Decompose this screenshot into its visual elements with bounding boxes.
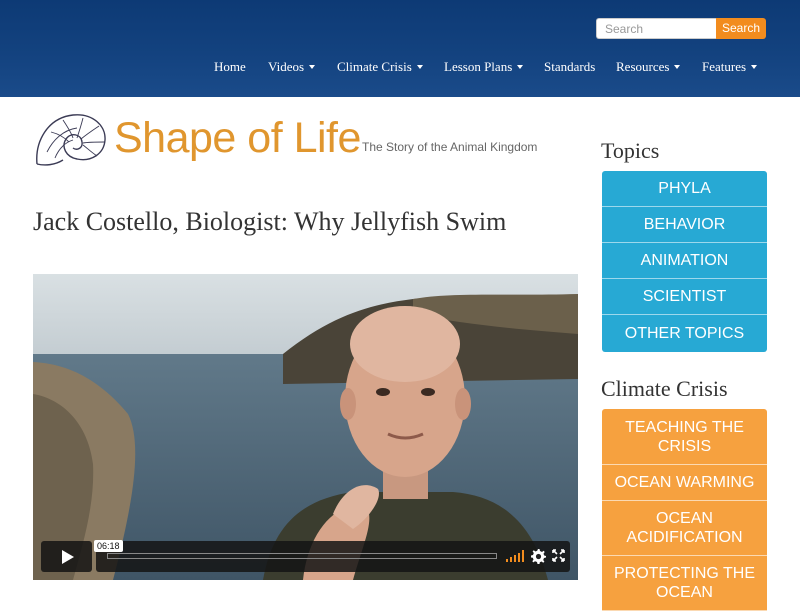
- nav-videos[interactable]: Videos: [268, 59, 316, 75]
- nav-lesson-plans-label: Lesson Plans: [444, 59, 513, 74]
- nav-climate-crisis-label: Climate Crisis: [337, 59, 412, 74]
- site-header: Search Home Videos Climate Crisis Lesson…: [0, 0, 800, 97]
- topics-heading: Topics: [601, 138, 660, 163]
- caret-down-icon: [416, 65, 423, 70]
- topic-phyla[interactable]: PHYLA: [602, 171, 767, 207]
- play-button[interactable]: [41, 541, 92, 572]
- volume-icon[interactable]: [506, 550, 524, 562]
- nav-resources-label: Resources: [616, 59, 670, 74]
- caret-down-icon: [751, 65, 758, 70]
- site-tagline: The Story of the Animal Kingdom: [362, 140, 538, 154]
- nav-standards[interactable]: Standards: [544, 59, 595, 75]
- video-controls: [96, 541, 570, 572]
- climate-ocean-acidification[interactable]: OCEAN ACIDIFICATION: [602, 501, 767, 556]
- climate-teaching-the-crisis[interactable]: TEACHING THE CRISIS: [602, 409, 767, 465]
- caret-down-icon: [674, 65, 681, 70]
- nav-home-label: Home: [214, 59, 246, 74]
- main-nav: Home Videos Climate Crisis Lesson Plans …: [0, 59, 800, 77]
- topic-behavior[interactable]: BEHAVIOR: [602, 207, 767, 243]
- caret-down-icon: [309, 65, 316, 70]
- caret-down-icon: [517, 65, 524, 70]
- nav-standards-label: Standards: [544, 59, 596, 74]
- nav-home[interactable]: Home: [214, 59, 246, 75]
- climate-ocean-warming[interactable]: OCEAN WARMING: [602, 465, 767, 501]
- topics-list: PHYLA BEHAVIOR ANIMATION SCIENTIST OTHER…: [602, 171, 767, 352]
- nav-climate-crisis[interactable]: Climate Crisis: [337, 59, 423, 75]
- site-logo-name[interactable]: Shape of Life: [114, 117, 361, 160]
- fullscreen-icon[interactable]: [552, 549, 565, 562]
- video-player[interactable]: 06:18: [33, 274, 578, 580]
- climate-crisis-heading: Climate Crisis: [601, 376, 728, 401]
- video-progress-bar[interactable]: [107, 553, 497, 559]
- climate-protecting-the-ocean[interactable]: PROTECTING THE OCEAN: [602, 556, 767, 611]
- topic-other[interactable]: OTHER TOPICS: [602, 315, 767, 352]
- nav-features-label: Features: [702, 59, 747, 74]
- climate-crisis-list: TEACHING THE CRISIS OCEAN WARMING OCEAN …: [602, 409, 767, 611]
- video-time: 06:18: [94, 540, 123, 552]
- nav-videos-label: Videos: [268, 59, 305, 74]
- nav-resources[interactable]: Resources: [616, 59, 681, 75]
- topic-animation[interactable]: ANIMATION: [602, 243, 767, 279]
- nav-lesson-plans[interactable]: Lesson Plans: [444, 59, 524, 75]
- gear-icon[interactable]: [530, 548, 546, 564]
- page-title: Jack Costello, Biologist: Why Jellyfish …: [33, 207, 507, 236]
- nautilus-shell-icon[interactable]: [33, 112, 109, 170]
- search-button[interactable]: Search: [716, 18, 766, 39]
- search-input[interactable]: [596, 18, 716, 39]
- topic-scientist[interactable]: SCIENTIST: [602, 279, 767, 315]
- nav-features[interactable]: Features: [702, 59, 758, 75]
- video-frame: [33, 274, 578, 580]
